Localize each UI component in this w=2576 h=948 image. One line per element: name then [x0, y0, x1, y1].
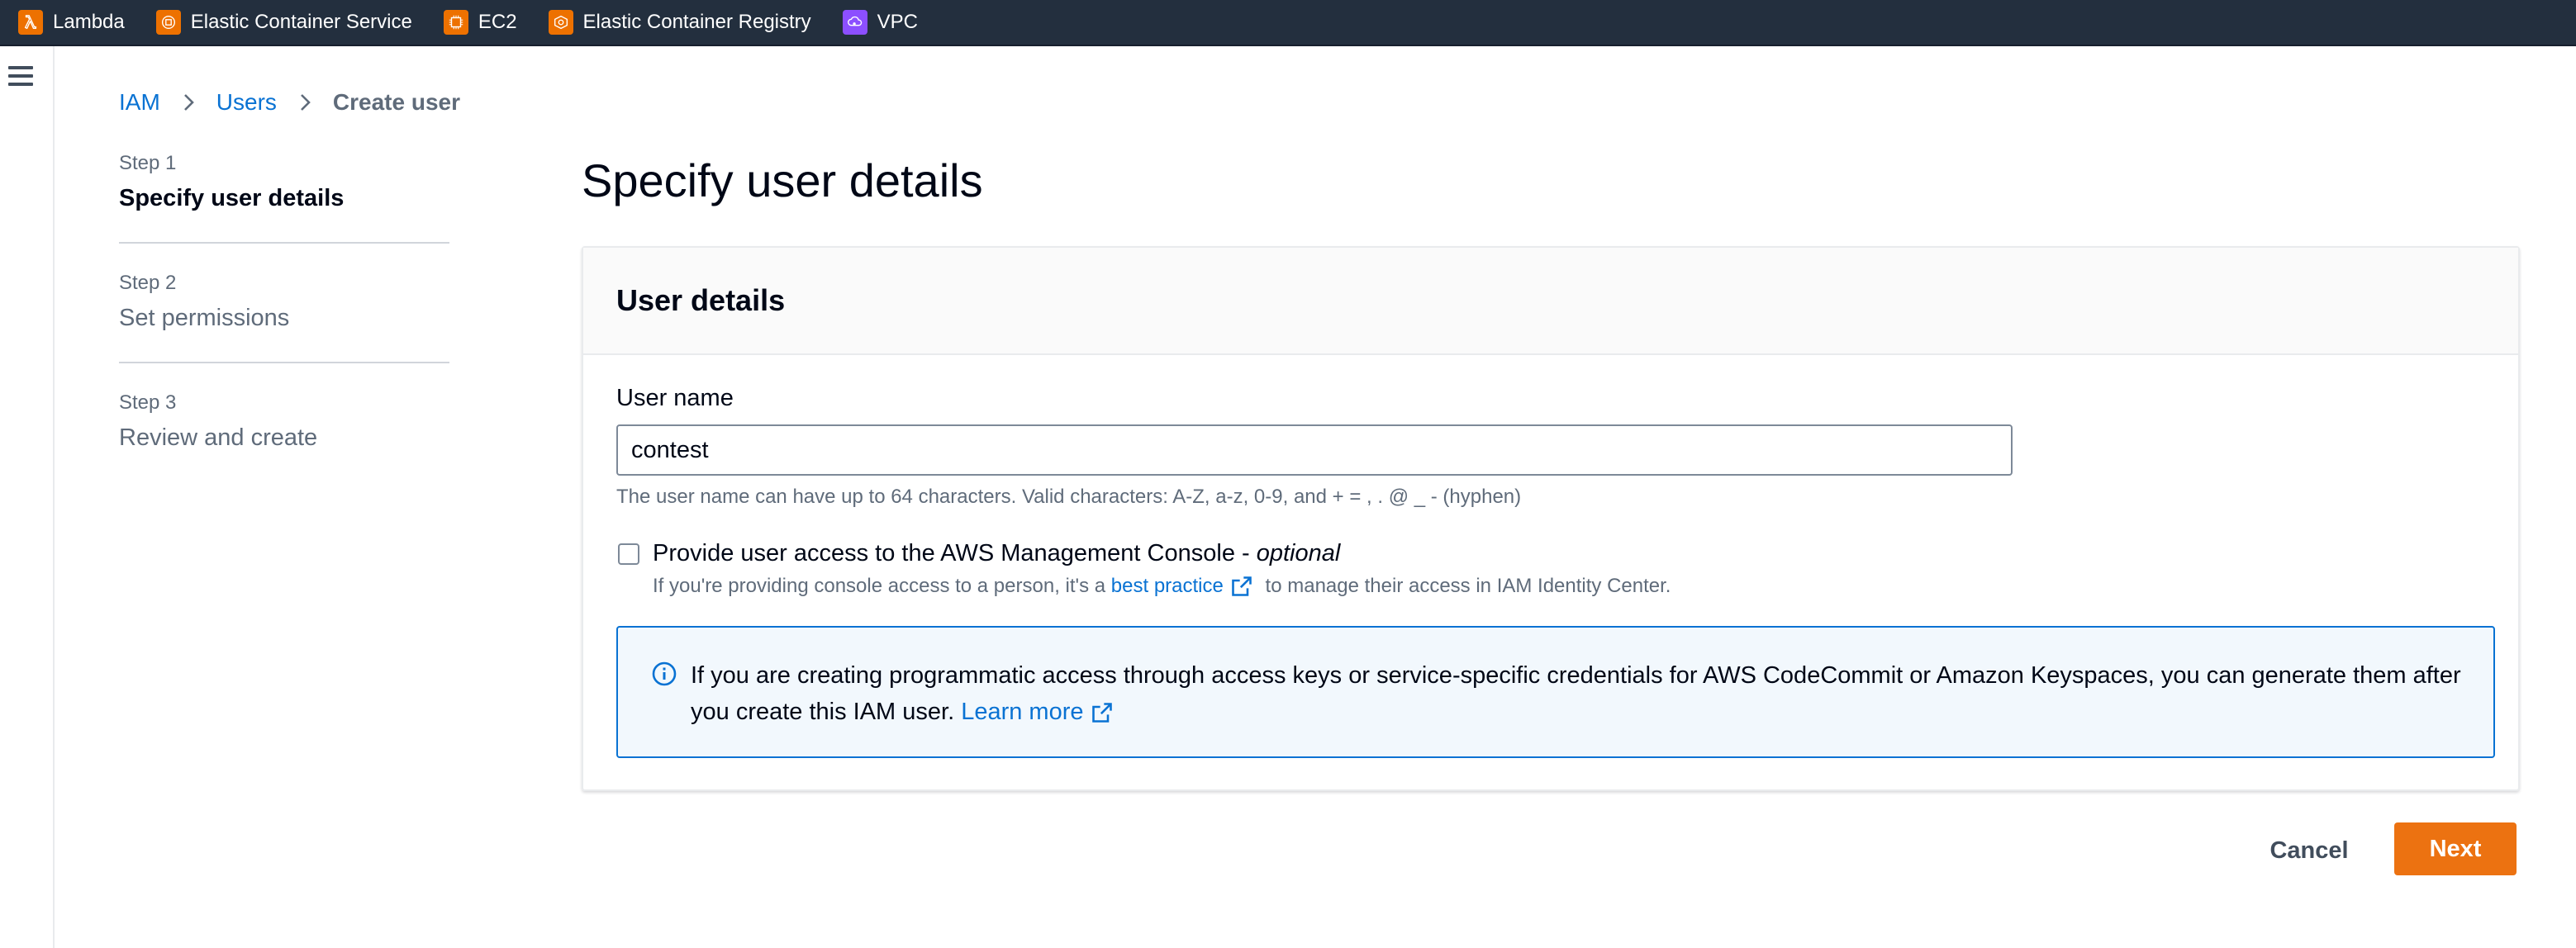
- external-link-icon[interactable]: [1230, 575, 1253, 598]
- service-label: Elastic Container Registry: [582, 11, 811, 33]
- wizard-step-2: Step 2 Set permissions: [119, 272, 449, 363]
- navigation-rail: [0, 46, 55, 948]
- optional-tag: optional: [1256, 540, 1341, 566]
- wizard-step-3: Step 3 Review and create: [119, 391, 449, 481]
- service-shortcut-lambda[interactable]: Lambda: [18, 10, 125, 35]
- info-text: If you are creating programmatic access …: [691, 662, 2461, 725]
- step-number: Step 2: [119, 272, 177, 294]
- step-title: Review and create: [119, 424, 318, 451]
- step-title: Set permissions: [119, 305, 290, 331]
- console-access-description: If you're providing console access to a …: [653, 575, 1671, 598]
- chevron-right-icon: [178, 92, 198, 112]
- next-button[interactable]: Next: [2394, 822, 2517, 875]
- breadcrumb-current: Create user: [332, 89, 460, 115]
- step-number: Step 3: [119, 391, 177, 414]
- username-label: User name: [616, 385, 734, 411]
- breadcrumb-link-users[interactable]: Users: [216, 89, 277, 116]
- best-practice-link[interactable]: best practice: [1111, 575, 1224, 598]
- user-details-panel: User details User name The user name can…: [582, 246, 2520, 791]
- wizard-steps: Step 1 Specify user details Step 2 Set p…: [119, 152, 449, 510]
- wizard-step-1: Step 1 Specify user details: [119, 152, 449, 244]
- username-input[interactable]: [616, 424, 2013, 476]
- console-access-checkbox[interactable]: [618, 543, 639, 565]
- cancel-button[interactable]: Cancel: [2250, 824, 2368, 877]
- info-icon: [651, 661, 677, 687]
- service-label: VPC: [877, 11, 919, 33]
- external-link-icon[interactable]: [1091, 701, 1114, 724]
- page-title: Specify user details: [582, 154, 983, 206]
- ec2-icon: [443, 10, 468, 35]
- service-shortcut-ecr[interactable]: Elastic Container Registry: [548, 10, 811, 35]
- info-alert: If you are creating programmatic access …: [616, 626, 2495, 758]
- panel-title: User details: [616, 283, 786, 317]
- service-shortcuts-bar: Lambda Elastic Container Service EC2 Ela…: [0, 0, 2576, 46]
- console-access-label-text: Provide user access to the AWS Managemen…: [653, 540, 1257, 566]
- service-shortcut-vpc[interactable]: VPC: [842, 10, 919, 35]
- step-title: Specify user details: [119, 185, 345, 211]
- description-text: to manage their access in IAM Identity C…: [1259, 575, 1671, 597]
- description-text: If you're providing console access to a …: [653, 575, 1111, 597]
- service-label: EC2: [478, 11, 517, 33]
- chevron-right-icon: [295, 92, 315, 112]
- lambda-icon: [18, 10, 43, 35]
- console-access-label[interactable]: Provide user access to the AWS Managemen…: [653, 540, 1340, 567]
- menu-icon[interactable]: [8, 66, 33, 88]
- panel-header: User details: [583, 248, 2518, 355]
- learn-more-link[interactable]: Learn more: [961, 699, 1083, 725]
- ecr-icon: [548, 10, 573, 35]
- service-label: Lambda: [53, 11, 125, 33]
- service-shortcut-ec2[interactable]: EC2: [443, 10, 517, 35]
- service-shortcut-ecs[interactable]: Elastic Container Service: [155, 10, 412, 35]
- info-message: If you are creating programmatic access …: [691, 657, 2467, 730]
- breadcrumb-link-iam[interactable]: IAM: [119, 89, 160, 116]
- breadcrumb: IAM Users Create user: [119, 89, 460, 116]
- service-label: Elastic Container Service: [190, 11, 412, 33]
- vpc-icon: [842, 10, 867, 35]
- ecs-icon: [155, 10, 181, 35]
- username-hint: The user name can have up to 64 characte…: [616, 486, 1522, 508]
- step-number: Step 1: [119, 152, 177, 174]
